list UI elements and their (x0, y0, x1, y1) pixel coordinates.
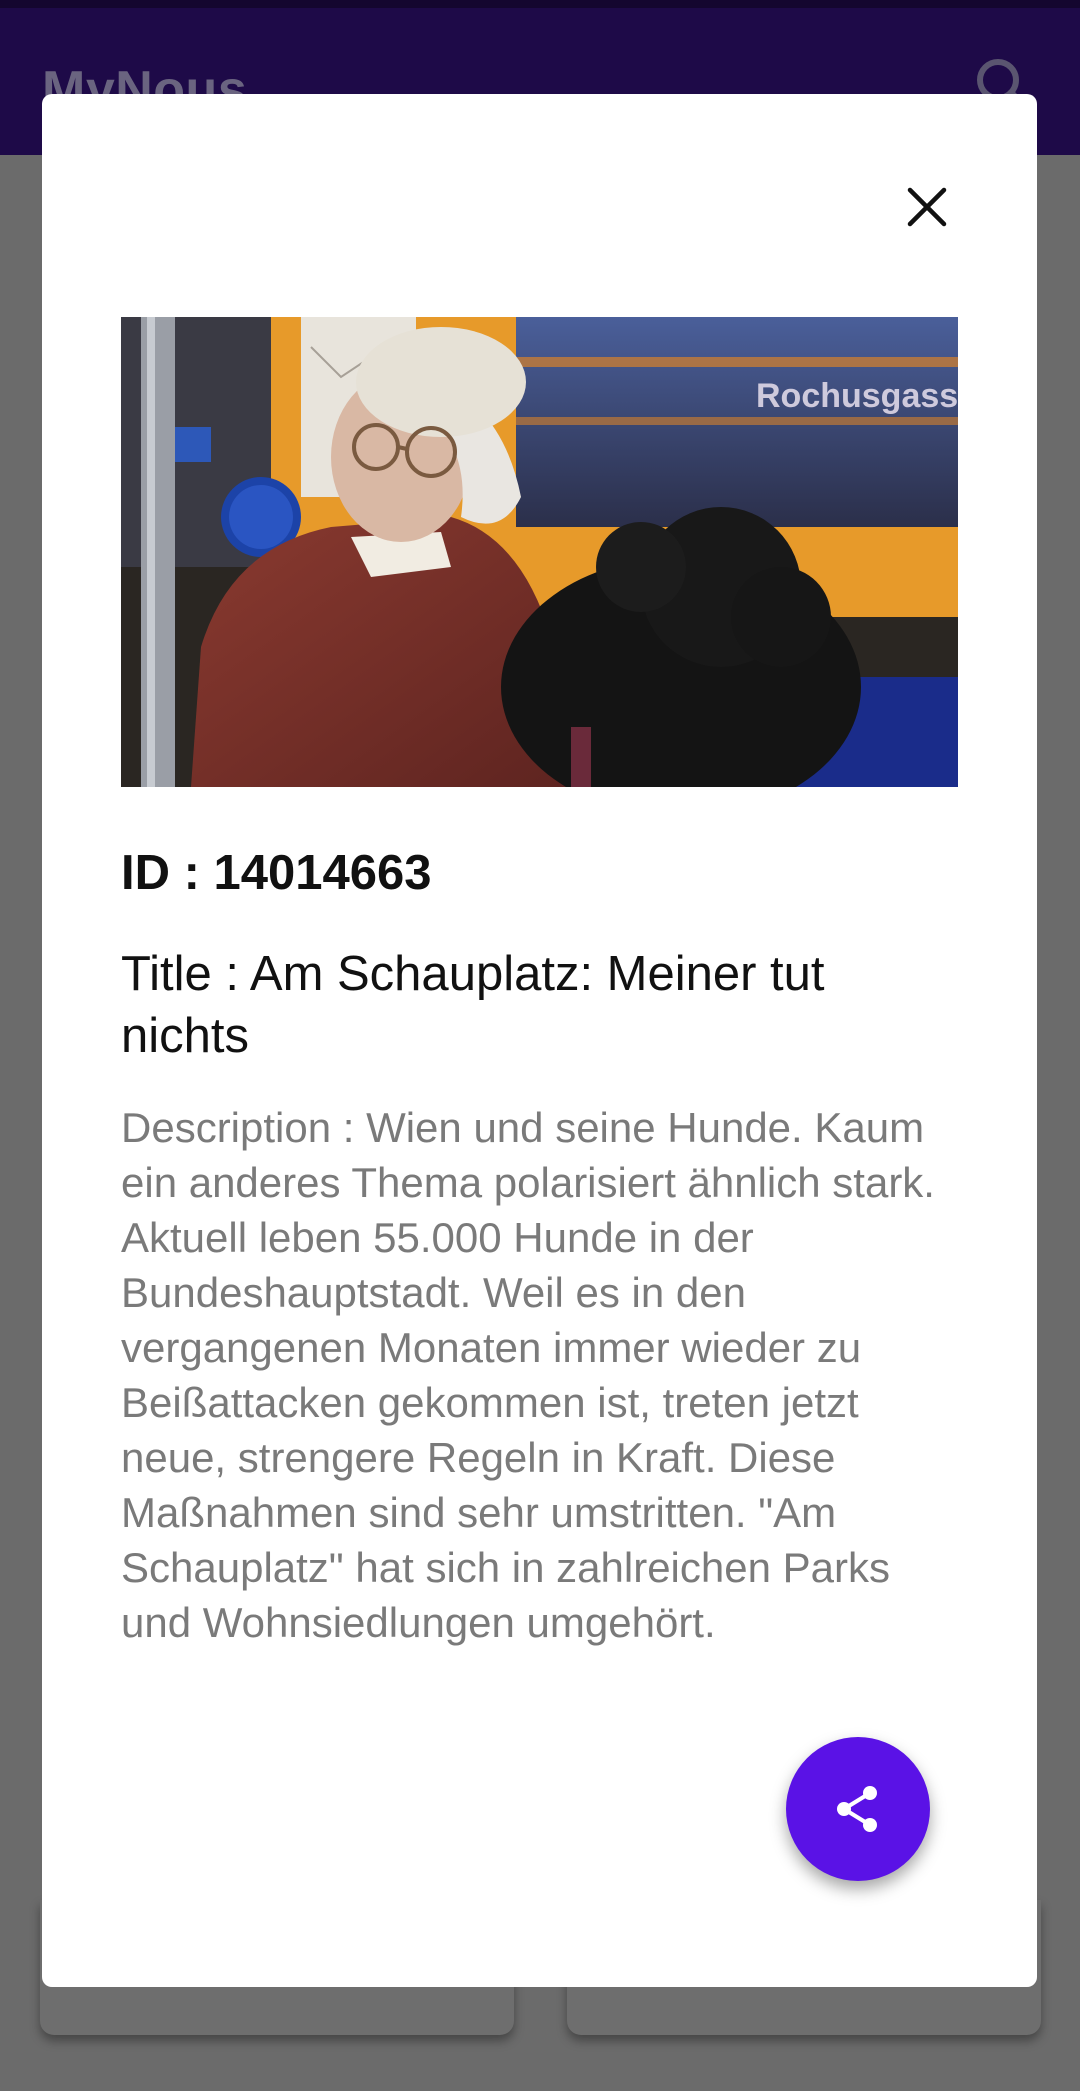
share-button[interactable] (786, 1737, 930, 1881)
item-id: ID : 14014663 (121, 846, 432, 900)
video-thumbnail: Rochusgass (121, 317, 958, 787)
close-icon (907, 187, 947, 227)
thumbnail-sign-text: Rochusgass (756, 377, 958, 415)
share-icon (837, 1786, 877, 1832)
item-title: Title : Am Schauplatz: Meiner tut nichts (121, 947, 825, 1063)
close-button[interactable] (890, 170, 964, 244)
item-description: Description : Wien und seine Hunde. Kaum… (121, 1104, 935, 1646)
